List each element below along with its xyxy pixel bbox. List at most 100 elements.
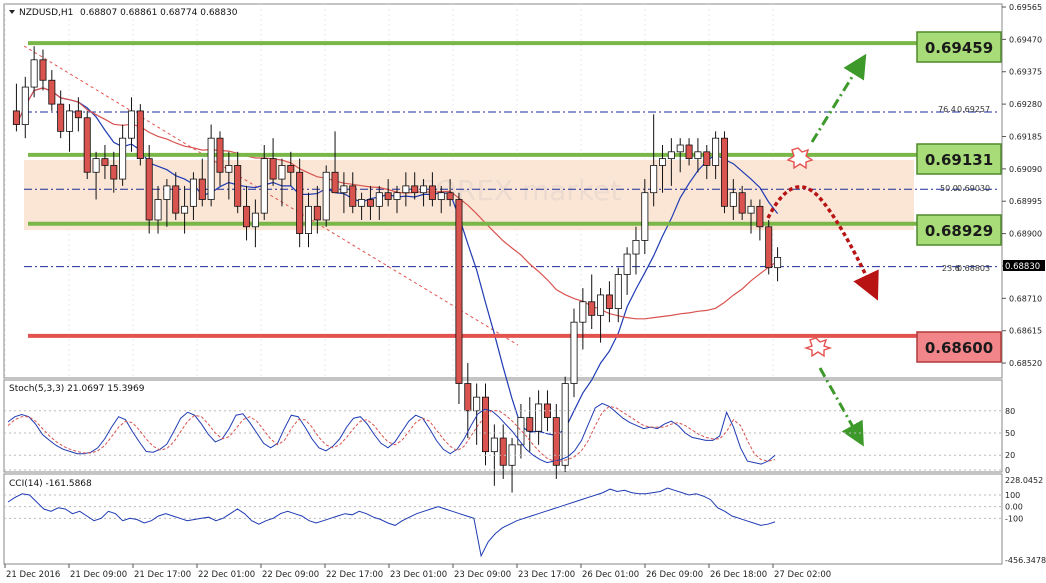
candle-body — [101, 158, 109, 166]
candle-body — [251, 212, 259, 228]
time-tick-label: 23 Dec 09:00 — [454, 570, 511, 580]
candle-body — [588, 301, 596, 316]
candle-body — [712, 137, 720, 166]
candle-body — [685, 144, 693, 160]
candle-body — [21, 86, 29, 125]
candle-body — [667, 151, 675, 160]
candle-body — [322, 171, 330, 221]
candle-body — [198, 178, 206, 200]
candle-body — [145, 158, 153, 221]
time-tick-label: 21 Dec 09:00 — [70, 570, 127, 580]
cci-tick-label: 0.00 — [1005, 503, 1023, 512]
level-label-68600: 0.68600 — [916, 331, 1002, 363]
candle-body — [579, 301, 587, 323]
price-tick-label: 0.69375 — [1009, 68, 1042, 77]
cci-tick-label: -100 — [1005, 514, 1023, 523]
candle-body — [225, 165, 233, 173]
time-tick-label: 22 Dec 17:00 — [326, 570, 383, 580]
candle-body — [694, 151, 702, 160]
cci-tick-label: 228.0452 — [1005, 476, 1043, 485]
price-tick-label: 0.68995 — [1009, 197, 1042, 206]
candle-body — [57, 103, 65, 132]
candle-body — [455, 199, 463, 384]
candle-body — [189, 178, 197, 207]
candle-body — [296, 171, 304, 234]
candle-body — [260, 158, 268, 214]
stoch-tick-label: 50 — [1005, 429, 1015, 438]
fib-label-764: 76.4 0.69257 — [938, 105, 990, 114]
candle-body — [92, 158, 100, 173]
candle-body — [48, 79, 56, 105]
candle-body — [243, 205, 251, 228]
svg-text:0.68929: 0.68929 — [925, 222, 993, 240]
svg-text:0.68830: 0.68830 — [1005, 262, 1040, 272]
candle-body — [517, 417, 525, 446]
candle-body — [552, 417, 560, 466]
svg-text:0.69030: 0.69030 — [957, 184, 990, 193]
candle-body — [278, 165, 286, 180]
ohlc-readout: 0.68807 0.68861 0.68774 0.68830 — [80, 8, 238, 18]
candle-body — [393, 192, 401, 200]
candle-body — [446, 192, 454, 200]
candle-body — [66, 110, 74, 132]
candle-body — [720, 137, 728, 207]
candle-body — [774, 257, 782, 269]
candle-body — [473, 396, 481, 412]
candle-body — [331, 171, 339, 194]
candle-body — [526, 417, 534, 432]
candle-body — [358, 199, 366, 207]
candle-body — [12, 110, 20, 125]
time-tick-label: 26 Dec 09:00 — [646, 570, 703, 580]
fib-label-500: 50.0 0.69030 — [940, 184, 990, 193]
time-tick-label: 22 Dec 09:00 — [262, 570, 319, 580]
cci-label: CCI(14) -161.5868 — [9, 479, 92, 489]
candle-body — [614, 274, 622, 309]
candle-body — [765, 226, 773, 269]
current-price-tag: 0.68830 — [1003, 260, 1045, 272]
stoch-tick-label: 80 — [1005, 407, 1015, 416]
time-tick-label: 21 Dec 17:00 — [134, 570, 191, 580]
candle-body — [428, 185, 436, 200]
candle-body — [490, 437, 498, 453]
candle-body — [172, 185, 180, 214]
candle-body — [747, 205, 755, 214]
candle-body — [375, 192, 383, 207]
cci-tick-label: 100 — [1005, 491, 1020, 500]
candle-body — [216, 137, 224, 173]
candle-body — [659, 158, 667, 166]
fib-label-236: 23.6 0.68803 — [942, 264, 990, 273]
time-tick-label: 22 Dec 01:00 — [198, 570, 255, 580]
price-tick-label: 0.68710 — [1009, 294, 1042, 303]
time-tick-label: 23 Dec 17:00 — [518, 570, 575, 580]
time-tick-label: 27 Dec 02:00 — [774, 570, 831, 580]
candle-body — [756, 205, 764, 228]
cci-tick-label: -456.3478 — [1005, 556, 1046, 565]
svg-text:76.4: 76.4 — [938, 105, 956, 114]
candle-body — [738, 192, 746, 214]
stoch-label: Stoch(5,3,3) 21.0697 15.3969 — [9, 384, 145, 394]
candle-body — [623, 253, 631, 275]
candle-body — [287, 165, 295, 173]
nzdusd-chart: FOREX market 0.69459 0.69131 0.68929 0.6… — [0, 0, 1046, 583]
svg-text:0.68600: 0.68600 — [925, 339, 993, 357]
price-tick-label: 0.69470 — [1009, 35, 1042, 44]
candle-body — [411, 185, 419, 194]
candle-body — [482, 396, 490, 453]
candle-body — [154, 199, 162, 221]
candle-body — [384, 192, 392, 200]
stoch-tick-label: 20 — [1005, 451, 1015, 460]
candle-body — [163, 185, 171, 200]
watermark: FOREX market — [419, 174, 622, 207]
candle-body — [729, 192, 737, 207]
candle-body — [39, 59, 47, 81]
candle-body — [234, 165, 242, 207]
candle-body — [304, 205, 312, 234]
candle-body — [119, 137, 127, 180]
price-tick-label: 0.69185 — [1009, 132, 1042, 141]
svg-text:0.69257: 0.69257 — [957, 105, 990, 114]
price-tick-label: 0.69280 — [1009, 100, 1042, 109]
candle-body — [340, 185, 348, 194]
level-label-69131: 0.69131 — [916, 143, 1002, 175]
price-tick-label: 0.69090 — [1009, 165, 1042, 174]
svg-text:0.69459: 0.69459 — [925, 39, 993, 57]
